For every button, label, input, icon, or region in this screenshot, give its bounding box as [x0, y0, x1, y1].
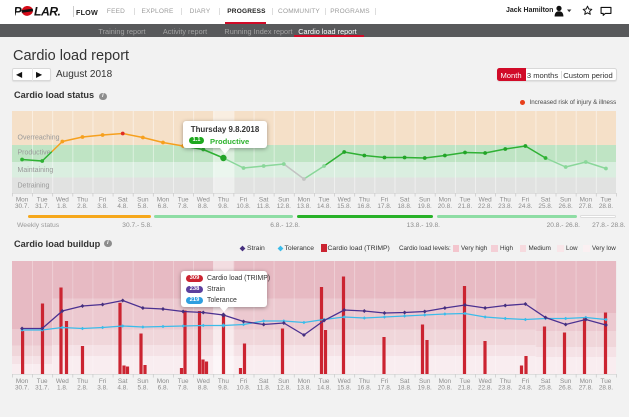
- svg-text:1.8.: 1.8.: [57, 202, 68, 209]
- svg-text:2.8.: 2.8.: [77, 202, 88, 209]
- svg-text:14.8.: 14.8.: [317, 384, 331, 391]
- svg-text:4.8.: 4.8.: [117, 384, 128, 391]
- svg-text:7.8.: 7.8.: [178, 202, 189, 209]
- svg-text:P: P: [15, 5, 23, 17]
- svg-text:18.8.: 18.8.: [397, 202, 411, 209]
- svg-text:Overreaching: Overreaching: [18, 134, 60, 141]
- svg-text:30.7.: 30.7.: [15, 202, 29, 209]
- svg-text:7.8.: 7.8.: [178, 384, 189, 391]
- svg-text:31.7.: 31.7.: [35, 202, 49, 209]
- svg-text:23.8.: 23.8.: [498, 384, 512, 391]
- svg-text:Maintaining: Maintaining: [18, 166, 54, 173]
- svg-text:22.8.: 22.8.: [478, 384, 492, 391]
- svg-text:9.8.: 9.8.: [218, 202, 229, 209]
- svg-text:LAR.: LAR.: [34, 5, 61, 17]
- svg-text:11.8.: 11.8.: [257, 384, 271, 391]
- svg-text:3.8.: 3.8.: [97, 202, 108, 209]
- svg-text:14.8.: 14.8.: [317, 202, 331, 209]
- svg-text:5.8.: 5.8.: [138, 202, 149, 209]
- svg-text:17.8.: 17.8.: [377, 202, 391, 209]
- svg-text:22.8.: 22.8.: [478, 202, 492, 209]
- svg-text:21.8.: 21.8.: [458, 384, 472, 391]
- svg-text:24.8.: 24.8.: [518, 384, 532, 391]
- svg-text:4.8.: 4.8.: [117, 202, 128, 209]
- svg-text:27.8.: 27.8.: [579, 384, 593, 391]
- svg-text:8.8.: 8.8.: [198, 202, 209, 209]
- svg-text:9.8.: 9.8.: [218, 384, 229, 391]
- svg-text:11.8.: 11.8.: [257, 202, 271, 209]
- svg-text:5.8.: 5.8.: [138, 384, 149, 391]
- svg-text:24.8.: 24.8.: [518, 202, 532, 209]
- svg-text:28.8.: 28.8.: [599, 202, 613, 209]
- svg-text:15.8.: 15.8.: [337, 384, 351, 391]
- svg-text:1.8.: 1.8.: [57, 384, 68, 391]
- svg-text:12.8.: 12.8.: [277, 202, 291, 209]
- svg-text:13.8.: 13.8.: [297, 384, 311, 391]
- svg-text:25.8.: 25.8.: [538, 202, 552, 209]
- svg-text:30.7.: 30.7.: [15, 384, 29, 391]
- svg-text:8.8.: 8.8.: [198, 384, 209, 391]
- svg-text:10.8.: 10.8.: [236, 384, 250, 391]
- svg-text:13.8.: 13.8.: [297, 202, 311, 209]
- svg-text:18.8.: 18.8.: [397, 384, 411, 391]
- svg-text:28.8.: 28.8.: [599, 384, 613, 391]
- svg-text:12.8.: 12.8.: [277, 384, 291, 391]
- svg-text:31.7.: 31.7.: [35, 384, 49, 391]
- svg-text:3.8.: 3.8.: [97, 384, 108, 391]
- svg-text:17.8.: 17.8.: [377, 384, 391, 391]
- svg-text:25.8.: 25.8.: [538, 384, 552, 391]
- svg-text:21.8.: 21.8.: [458, 202, 472, 209]
- svg-text:Productive: Productive: [18, 149, 51, 156]
- svg-text:Detraining: Detraining: [18, 182, 50, 189]
- svg-text:20.8.: 20.8.: [438, 202, 452, 209]
- svg-text:19.8.: 19.8.: [418, 202, 432, 209]
- svg-text:10.8.: 10.8.: [236, 202, 250, 209]
- svg-text:6.8.: 6.8.: [158, 384, 169, 391]
- svg-text:6.8.: 6.8.: [158, 202, 169, 209]
- svg-text:16.8.: 16.8.: [357, 202, 371, 209]
- svg-text:19.8.: 19.8.: [418, 384, 432, 391]
- svg-text:20.8.: 20.8.: [438, 384, 452, 391]
- svg-text:26.8.: 26.8.: [559, 202, 573, 209]
- svg-text:23.8.: 23.8.: [498, 202, 512, 209]
- svg-text:16.8.: 16.8.: [357, 384, 371, 391]
- svg-text:27.8.: 27.8.: [579, 202, 593, 209]
- svg-text:26.8.: 26.8.: [559, 384, 573, 391]
- svg-text:15.8.: 15.8.: [337, 202, 351, 209]
- svg-text:2.8.: 2.8.: [77, 384, 88, 391]
